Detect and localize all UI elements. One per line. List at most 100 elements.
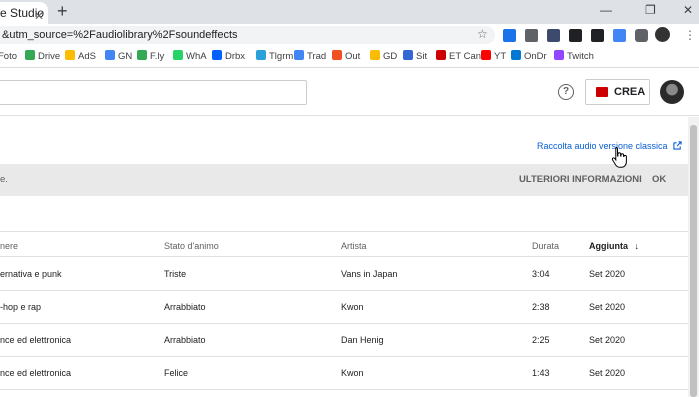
bookmark-favicon-icon: [511, 50, 521, 60]
extensions-icon[interactable]: [635, 29, 648, 42]
profile-avatar[interactable]: [655, 27, 670, 42]
bookmark-sit[interactable]: Sit: [403, 50, 427, 64]
bookmark-favicon-icon: [105, 50, 115, 60]
mail-ext-icon[interactable]: [525, 29, 538, 42]
calendar-ext-icon[interactable]: [569, 29, 582, 42]
column-artist[interactable]: Artista: [341, 241, 367, 251]
bookmark-favicon-icon: [65, 50, 75, 60]
menu-icon[interactable]: ⋮: [684, 29, 697, 42]
bookmark-foto[interactable]: Foto: [0, 50, 17, 64]
window-close-icon[interactable]: ✕: [683, 3, 693, 17]
bookmark-label: Drbx: [225, 51, 246, 62]
pip-ext-icon[interactable]: [591, 29, 604, 42]
table-row[interactable]: nce ed elettronica Arrabbiato Dan Henig 2:2…: [0, 324, 688, 357]
browser-tab[interactable]: e Studio ✕: [0, 2, 48, 24]
cell-genre: nce ed elettronica: [0, 335, 72, 345]
bookmark-favicon-icon: [436, 50, 446, 60]
table-row[interactable]: nce ed elettronica Felice Kwon 1:43 Set 2020: [0, 357, 688, 390]
bookmark-label: Foto: [0, 51, 18, 62]
bookmark-favicon-icon: [332, 50, 342, 60]
more-info-button[interactable]: ULTERIORI INFORMAZIONI: [519, 174, 642, 185]
sort-arrow-down-icon: ↓: [634, 241, 640, 251]
cell-artist: Vans in Japan: [341, 269, 398, 279]
bookmark-yt[interactable]: YT: [481, 50, 506, 64]
maximize-icon[interactable]: ❐: [645, 3, 656, 17]
bookmark-label: Sit: [416, 51, 428, 62]
app-header: ? CREA: [0, 68, 699, 116]
bookmark-favicon-icon: [294, 50, 304, 60]
bookmark-label: F.ly: [150, 51, 165, 62]
bookmark-favicon-icon: [25, 50, 35, 60]
bookmark-ondr[interactable]: OnDr: [511, 50, 547, 64]
cell-genre: ernativa e punk: [0, 269, 62, 279]
search-input[interactable]: [0, 80, 307, 105]
cell-mood: Arrabbiato: [164, 335, 206, 345]
bookmark-label: Trad: [307, 51, 327, 62]
bookmark-drbx[interactable]: Drbx: [212, 50, 245, 64]
table-row[interactable]: -hop e rap Arrabbiato Kwon 2:38 Set 2020: [0, 291, 688, 324]
bookmark-et-can[interactable]: ET Can: [436, 50, 481, 64]
cell-mood: Felice: [164, 368, 189, 378]
bookmark-label: Out: [345, 51, 361, 62]
new-tab-icon[interactable]: +: [57, 1, 68, 22]
column-added[interactable]: Aggiunta ↓: [589, 241, 639, 251]
info-banner: e. ULTERIORI INFORMAZIONI OK: [0, 164, 688, 196]
check-ext-icon[interactable]: [547, 29, 560, 42]
cell-duration: 2:25: [532, 335, 550, 345]
bookmark-out[interactable]: Out: [332, 50, 360, 64]
external-link-icon: [673, 141, 682, 150]
close-icon[interactable]: ✕: [34, 5, 44, 24]
bookmark-label: Drive: [38, 51, 61, 62]
bookmark-favicon-icon: [173, 50, 183, 60]
scrollbar-thumb[interactable]: [690, 125, 697, 397]
cell-genre: nce ed elettronica: [0, 368, 72, 378]
audio-library-panel: Raccolta audio versione classica e. ULTE…: [0, 117, 688, 397]
bookmark-favicon-icon: [137, 50, 147, 60]
bookmark-favicon-icon: [554, 50, 564, 60]
bookmark-gd[interactable]: GD: [370, 50, 397, 64]
bookmark-label: Tlgrm: [269, 51, 294, 62]
cell-mood: Arrabbiato: [164, 302, 206, 312]
bookmark-label: AdS: [78, 51, 96, 62]
bookmark-favicon-icon: [256, 50, 266, 60]
create-button[interactable]: CREA: [585, 79, 650, 105]
bookmark-wha[interactable]: WhA: [173, 50, 207, 64]
translate-ext-icon[interactable]: [613, 29, 626, 42]
bookmark-trad[interactable]: Trad: [294, 50, 326, 64]
cell-duration: 2:38: [532, 302, 550, 312]
bookmark-label: ET Can: [449, 51, 482, 62]
cell-genre: -hop e rap: [0, 302, 42, 312]
table-row[interactable]: ernativa e punk Triste Vans in Japan 3:04 Se…: [0, 258, 688, 291]
bookmark-tlgrm[interactable]: Tlgrm: [256, 50, 293, 64]
column-duration[interactable]: Durata: [532, 241, 559, 251]
help-icon[interactable]: ?: [558, 84, 574, 100]
ok-button[interactable]: OK: [652, 174, 666, 185]
star-icon[interactable]: ☆: [477, 27, 488, 41]
bookmark-f-ly[interactable]: F.ly: [137, 50, 164, 64]
banner-text: e.: [0, 174, 8, 185]
bookmark-label: YT: [494, 51, 507, 62]
cell-duration: 1:43: [532, 368, 550, 378]
classic-library-link[interactable]: Raccolta audio versione classica: [537, 141, 682, 151]
cell-artist: Kwon: [341, 368, 364, 378]
scrollbar[interactable]: [688, 117, 699, 397]
bookmark-drive[interactable]: Drive: [25, 50, 60, 64]
video-camera-icon: [596, 87, 608, 97]
bookmarks-bar: Foto Drive AdS GN F.ly WhA Drbx Tlgrm Trad Out GD S…: [0, 46, 699, 68]
bookmark-label: GN: [118, 51, 133, 62]
cell-artist: Kwon: [341, 302, 364, 312]
url-field[interactable]: &utm_source=%2Faudiolibrary%2Fsoundeffec…: [0, 26, 495, 44]
minimize-icon[interactable]: —: [600, 3, 612, 17]
bookmark-gn[interactable]: GN: [105, 50, 132, 64]
tab-bar: e Studio ✕ + — ❐ ✕: [0, 0, 699, 24]
column-genre[interactable]: nere: [0, 241, 18, 251]
bookmark-label: Twitch: [567, 51, 594, 62]
hand-cursor-icon: [611, 147, 627, 168]
cell-mood: Triste: [164, 269, 187, 279]
screenshot-ext-icon[interactable]: [503, 29, 516, 42]
bookmark-ads[interactable]: AdS: [65, 50, 96, 64]
cell-added: Set 2020: [589, 368, 626, 378]
avatar[interactable]: [660, 80, 684, 104]
column-mood[interactable]: Stato d'animo: [164, 241, 219, 251]
bookmark-twitch[interactable]: Twitch: [554, 50, 594, 64]
